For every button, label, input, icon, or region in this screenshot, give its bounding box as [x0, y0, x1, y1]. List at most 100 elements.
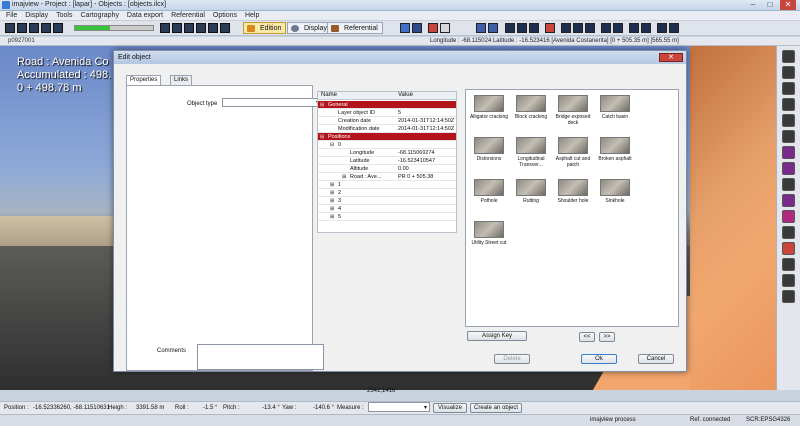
- measure-icon[interactable]: [428, 23, 438, 33]
- visualize-button[interactable]: Visualize: [433, 403, 467, 413]
- stop-icon[interactable]: [545, 23, 555, 33]
- minimize-button[interactable]: –: [745, 0, 761, 10]
- gallery-item[interactable]: Sinkhole: [595, 179, 635, 204]
- menu-display[interactable]: Display: [25, 11, 48, 21]
- gallery-item[interactable]: Rutting: [511, 179, 551, 204]
- property-row[interactable]: ⊟ 0: [318, 141, 456, 149]
- collapse-icon[interactable]: ⊟: [320, 133, 324, 141]
- view-icon-6[interactable]: [629, 23, 639, 33]
- property-row[interactable]: Layer object ID 5: [318, 109, 456, 117]
- gallery-item[interactable]: Alligator cracking: [469, 95, 509, 120]
- ok-button[interactable]: Ok: [581, 354, 617, 364]
- palette-tool-3[interactable]: [782, 82, 795, 95]
- prev-frame-icon[interactable]: [29, 23, 39, 33]
- dialog-close-button[interactable]: ✕: [659, 53, 683, 62]
- tab-links[interactable]: Links: [170, 75, 193, 85]
- palette-tool-1[interactable]: [782, 50, 795, 63]
- gallery-item[interactable]: Bridge exposed deck: [553, 95, 593, 126]
- palette-tool-9[interactable]: [782, 210, 795, 223]
- palette-tool-13[interactable]: [782, 274, 795, 287]
- menu-options[interactable]: Options: [213, 11, 237, 21]
- collapse-icon[interactable]: ⊟: [320, 101, 324, 109]
- palette-tool-14[interactable]: [782, 290, 795, 303]
- menu-cartography[interactable]: Cartography: [80, 11, 119, 21]
- palette-tool-7[interactable]: [782, 178, 795, 191]
- view-icon-1[interactable]: [561, 23, 571, 33]
- step-icon[interactable]: [184, 23, 194, 33]
- first-frame-icon[interactable]: [5, 23, 15, 33]
- palette-tool-10[interactable]: [782, 226, 795, 239]
- menu-referential[interactable]: Referential: [171, 11, 205, 21]
- display-mode-button[interactable]: Display: [287, 22, 332, 34]
- view-icon-8[interactable]: [657, 23, 667, 33]
- prev-page-button[interactable]: <<: [579, 332, 595, 342]
- zoom-in-icon[interactable]: [782, 146, 795, 159]
- cancel-button[interactable]: Cancel: [638, 354, 674, 364]
- view-icon-2[interactable]: [573, 23, 583, 33]
- maximize-button[interactable]: □: [762, 0, 778, 10]
- gallery-item[interactable]: Pothole: [469, 179, 509, 204]
- property-row[interactable]: ⊞ 3: [318, 197, 456, 205]
- delete-button[interactable]: Delete: [494, 354, 530, 364]
- expand-icon[interactable]: ⊞: [330, 189, 334, 197]
- gallery-item[interactable]: Broken asphalt: [595, 137, 635, 162]
- referential-mode-button[interactable]: Referential: [327, 22, 383, 34]
- view-icon-5[interactable]: [613, 23, 623, 33]
- comments-field[interactable]: [197, 344, 324, 370]
- property-row[interactable]: Longitude -68.115069274: [318, 149, 456, 157]
- create-object-button[interactable]: Create an object: [470, 403, 522, 413]
- next-fast-icon[interactable]: [160, 23, 170, 33]
- collapse-icon[interactable]: ⊟: [330, 141, 334, 149]
- property-row[interactable]: Modification date 2014-01-31T12:14:50Z: [318, 125, 456, 133]
- expand-icon[interactable]: ⊞: [330, 181, 334, 189]
- property-row[interactable]: Creation date 2014-01-31T12:14:50Z: [318, 117, 456, 125]
- gallery-item[interactable]: Asphalt cut and patch: [553, 137, 593, 168]
- expand-icon[interactable]: ⊞: [330, 197, 334, 205]
- last-frame-icon[interactable]: [172, 23, 182, 33]
- view-icon-7[interactable]: [641, 23, 651, 33]
- view-icon-9[interactable]: [669, 23, 679, 33]
- property-section-row[interactable]: ⊟ Positions: [318, 133, 456, 141]
- palette-tool-11[interactable]: [782, 242, 795, 255]
- gallery-item[interactable]: Shoulder hole: [553, 179, 593, 204]
- expand-icon[interactable]: ⊞: [342, 173, 346, 181]
- menu-tools[interactable]: Tools: [56, 11, 72, 21]
- zoom-out-icon[interactable]: [782, 162, 795, 175]
- gallery-item[interactable]: Block cracking: [511, 95, 551, 120]
- menu-file[interactable]: File: [6, 11, 17, 21]
- tile-icon-2[interactable]: [517, 23, 527, 33]
- palette-tool-8[interactable]: [782, 194, 795, 207]
- view-icon-3[interactable]: [585, 23, 595, 33]
- assign-key-button[interactable]: Assign Key: [467, 331, 527, 341]
- flag-icon[interactable]: [440, 23, 450, 33]
- gallery-item[interactable]: Utility Street cut: [469, 221, 509, 246]
- next-page-button[interactable]: >>: [599, 332, 615, 342]
- measure-select[interactable]: ▾: [368, 402, 430, 412]
- palette-tool-12[interactable]: [782, 258, 795, 271]
- object-type-select[interactable]: ▾: [222, 98, 322, 107]
- property-section-row[interactable]: ⊟ General: [318, 101, 456, 109]
- palette-tool-6[interactable]: [782, 130, 795, 143]
- export-icon[interactable]: [488, 23, 498, 33]
- palette-tool-4[interactable]: [782, 98, 795, 111]
- playback-progress[interactable]: [74, 25, 154, 31]
- property-row[interactable]: ⊞ 1: [318, 181, 456, 189]
- palette-tool-5[interactable]: [782, 114, 795, 127]
- next-frame-icon[interactable]: [53, 23, 63, 33]
- gallery-item[interactable]: Catch basin: [595, 95, 635, 120]
- expand-icon[interactable]: ⊞: [330, 213, 334, 221]
- map-icon[interactable]: [412, 23, 422, 33]
- property-row[interactable]: ⊞ 2: [318, 189, 456, 197]
- property-row[interactable]: ⊞ 4: [318, 205, 456, 213]
- property-row[interactable]: ⊞ 5: [318, 213, 456, 221]
- screenshot-icon[interactable]: [476, 23, 486, 33]
- close-window-button[interactable]: ✕: [780, 0, 796, 10]
- layer-icon[interactable]: [400, 23, 410, 33]
- palette-tool-2[interactable]: [782, 66, 795, 79]
- property-row[interactable]: Latitude -16.523410547: [318, 157, 456, 165]
- tile-icon-3[interactable]: [529, 23, 539, 33]
- menu-help[interactable]: Help: [245, 11, 259, 21]
- edition-mode-button[interactable]: Edition: [243, 22, 287, 34]
- loop-icon[interactable]: [196, 23, 206, 33]
- view-icon-4[interactable]: [601, 23, 611, 33]
